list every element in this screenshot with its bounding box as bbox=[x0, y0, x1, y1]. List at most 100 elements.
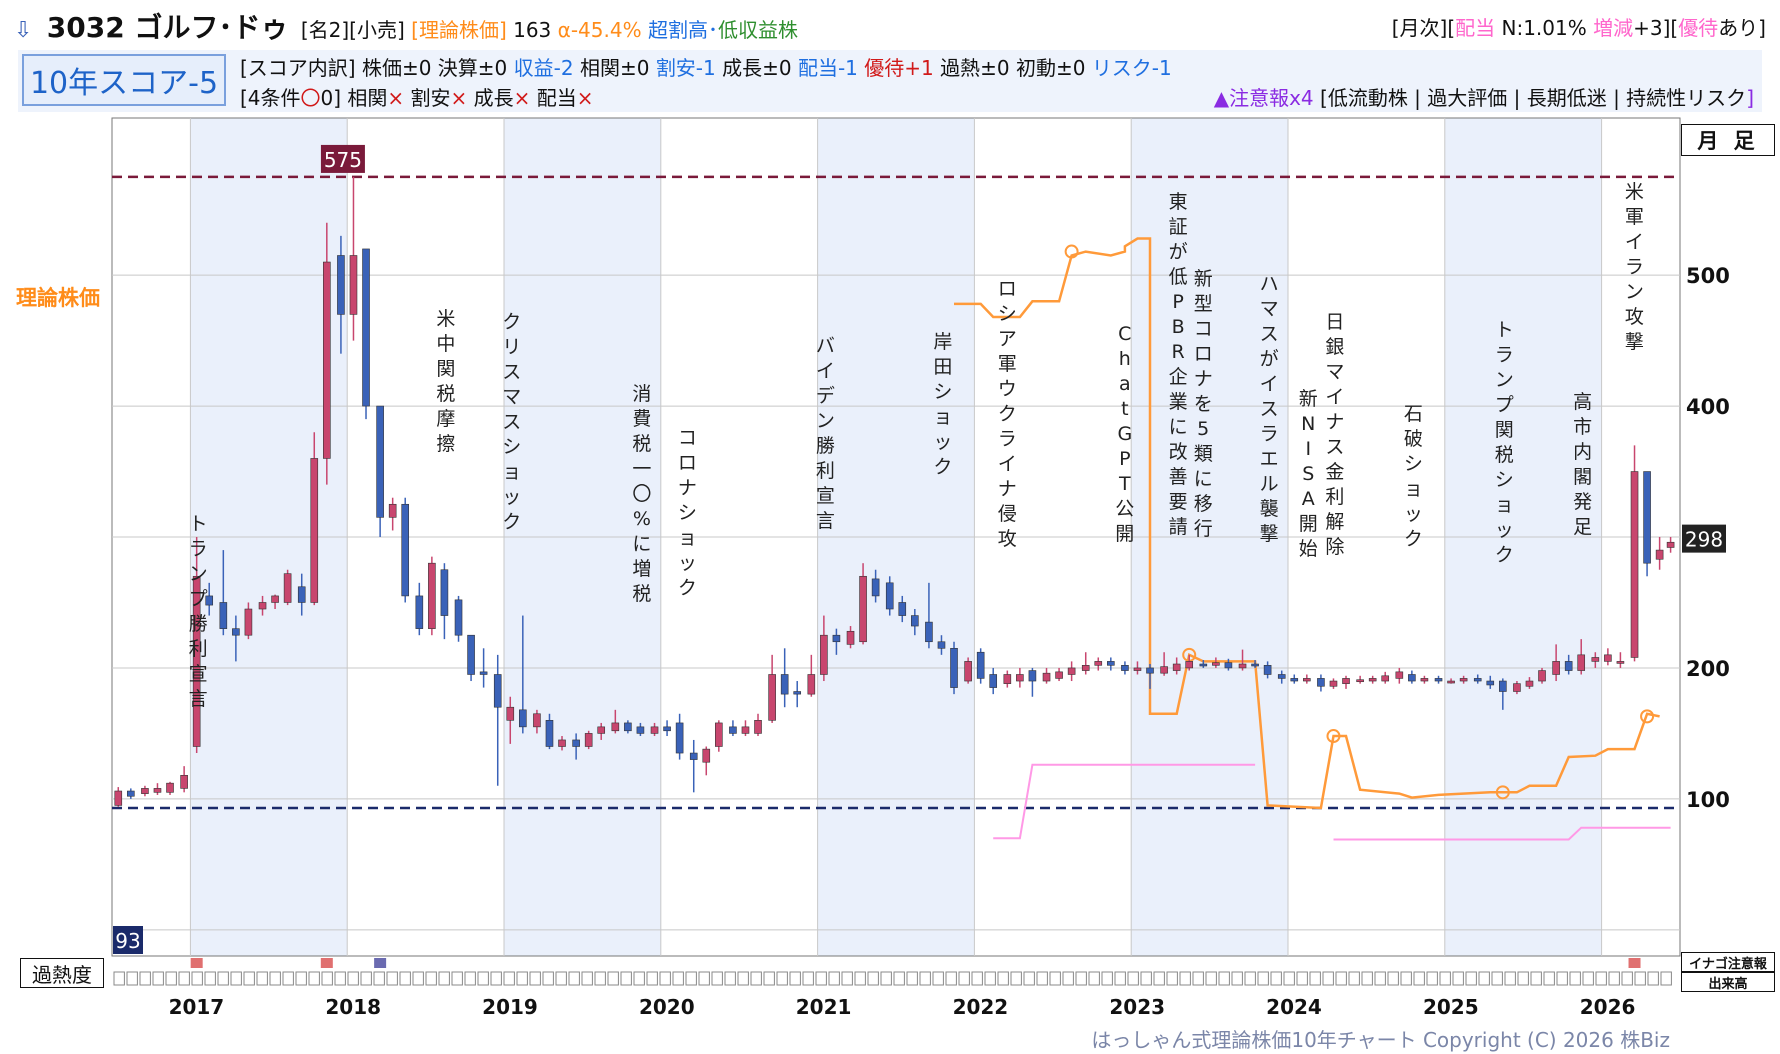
event-annotation-char: ョ bbox=[502, 461, 521, 483]
overheat-cell bbox=[1413, 971, 1425, 986]
event-annotation-char: 新 bbox=[1194, 268, 1213, 290]
overheat-cell bbox=[854, 971, 866, 986]
candle-body bbox=[1094, 661, 1103, 666]
candle-body bbox=[1067, 667, 1076, 675]
event-annotation-char: 摩 bbox=[436, 408, 455, 430]
event-annotation-char: イ bbox=[1325, 386, 1344, 408]
candle-body bbox=[506, 706, 515, 721]
overheat-cell bbox=[737, 971, 749, 986]
overheat-cell bbox=[1348, 971, 1360, 986]
candle-body bbox=[1408, 674, 1416, 682]
event-annotation-char: マ bbox=[502, 386, 521, 408]
overheat-cell bbox=[1296, 971, 1308, 986]
event-annotation-char: 類 bbox=[1194, 443, 1213, 465]
y-tick-label: 500 bbox=[1686, 264, 1730, 288]
overheat-cell bbox=[412, 971, 424, 986]
overheat-cell bbox=[958, 971, 970, 986]
event-annotation-char: ラ bbox=[998, 428, 1017, 450]
event-annotation-char: 破 bbox=[1404, 428, 1423, 450]
candle-body bbox=[479, 671, 488, 675]
event-annotation-char: ョ bbox=[933, 406, 952, 428]
candle-body bbox=[244, 608, 253, 636]
candle-body bbox=[127, 790, 135, 797]
event-annotation-char: ョ bbox=[1404, 478, 1423, 500]
event-annotation-char: 宣 bbox=[189, 663, 208, 685]
candle-body bbox=[1133, 667, 1142, 671]
event-annotation-char: マ bbox=[1325, 361, 1344, 383]
overheat-cell bbox=[1491, 971, 1503, 986]
event-annotation-char: 撃 bbox=[1260, 523, 1279, 545]
event-annotation-char: を bbox=[1194, 393, 1213, 415]
event-annotation-char: ラ bbox=[1625, 256, 1644, 278]
overheat-cell bbox=[1023, 971, 1035, 986]
candle-body bbox=[1055, 671, 1063, 679]
event-annotation-char: R bbox=[1172, 341, 1185, 363]
overheat-cell bbox=[932, 971, 944, 986]
candle-body bbox=[1666, 541, 1675, 548]
overheat-cell bbox=[711, 971, 723, 986]
overheat-mark bbox=[320, 958, 333, 968]
overheat-cell bbox=[867, 971, 879, 986]
event-annotation-char: 襲 bbox=[1260, 498, 1279, 520]
event-annotation-char: 攻 bbox=[1625, 306, 1644, 328]
event-annotation-char: コ bbox=[1194, 318, 1213, 340]
inago-warning-label[interactable]: イナゴ注意報 bbox=[1681, 952, 1775, 972]
overheat-cell bbox=[1361, 971, 1373, 986]
event-annotation-char: 足 bbox=[1573, 516, 1592, 538]
candle-body bbox=[1434, 678, 1443, 682]
event-annotation-char: ナ bbox=[678, 477, 697, 499]
event-annotation-char: ロ bbox=[1194, 343, 1213, 365]
candle-body bbox=[1263, 665, 1272, 675]
candle-body bbox=[114, 790, 123, 806]
candle-body bbox=[376, 405, 384, 518]
event-annotation-char: コ bbox=[678, 427, 697, 449]
candle-body bbox=[807, 674, 816, 695]
overheat-cell bbox=[1114, 971, 1126, 986]
event-annotation-char: 利 bbox=[816, 460, 835, 482]
candle-body bbox=[1303, 678, 1311, 682]
event-annotation-char: 侵 bbox=[998, 503, 1017, 525]
candle-body bbox=[1042, 672, 1051, 682]
candle-body bbox=[976, 651, 985, 679]
overheat-cell bbox=[594, 971, 606, 986]
event-annotation-char: ス bbox=[502, 411, 521, 433]
event-annotation-char: A bbox=[1302, 488, 1315, 510]
candle-body bbox=[533, 713, 541, 728]
overheat-cell bbox=[256, 971, 268, 986]
candle-body bbox=[741, 726, 750, 734]
candle-body bbox=[1525, 680, 1534, 687]
event-annotation-char: G bbox=[1117, 423, 1132, 445]
candle-body bbox=[964, 661, 972, 682]
overheat-cell bbox=[1530, 971, 1542, 986]
candle-body bbox=[1212, 662, 1220, 666]
overheat-cell bbox=[1283, 971, 1295, 986]
event-annotation-char: ョ bbox=[678, 527, 697, 549]
volume-label[interactable]: 出来高 bbox=[1681, 972, 1775, 992]
copyright-footer: はっしゃん式理論株価10年チャート Copyright (C) 2026 株Bi… bbox=[1091, 1028, 1670, 1052]
candle-body bbox=[1172, 663, 1181, 671]
x-tick-label: 2021 bbox=[796, 995, 852, 1019]
candle-body bbox=[925, 621, 933, 643]
overheat-cell bbox=[1153, 971, 1165, 986]
event-annotation-char: 開 bbox=[1115, 523, 1134, 545]
overheat-cell bbox=[841, 971, 853, 986]
event-annotation-char: 言 bbox=[816, 510, 835, 532]
overheat-cell bbox=[724, 971, 736, 986]
event-annotation-char: 撃 bbox=[1625, 331, 1644, 353]
x-tick-label: 2022 bbox=[953, 995, 1009, 1019]
event-annotation-char: 市 bbox=[1573, 416, 1592, 438]
event-annotation-char: 東 bbox=[1169, 191, 1188, 213]
candle-body bbox=[558, 739, 566, 747]
event-annotation-char: ラ bbox=[1495, 344, 1514, 366]
candle-body bbox=[1317, 678, 1325, 687]
candle-body bbox=[1395, 671, 1404, 679]
x-tick-label: 2025 bbox=[1423, 995, 1479, 1019]
candle-body bbox=[1121, 665, 1129, 671]
event-annotation-char: 税 bbox=[1495, 444, 1514, 466]
candle-body bbox=[1356, 679, 1364, 683]
candle-body bbox=[440, 569, 449, 616]
event-annotation-char: I bbox=[1305, 438, 1311, 460]
y-tick-label: 100 bbox=[1686, 788, 1730, 812]
event-annotation-char: 証 bbox=[1169, 216, 1188, 238]
overheat-cell bbox=[243, 971, 255, 986]
